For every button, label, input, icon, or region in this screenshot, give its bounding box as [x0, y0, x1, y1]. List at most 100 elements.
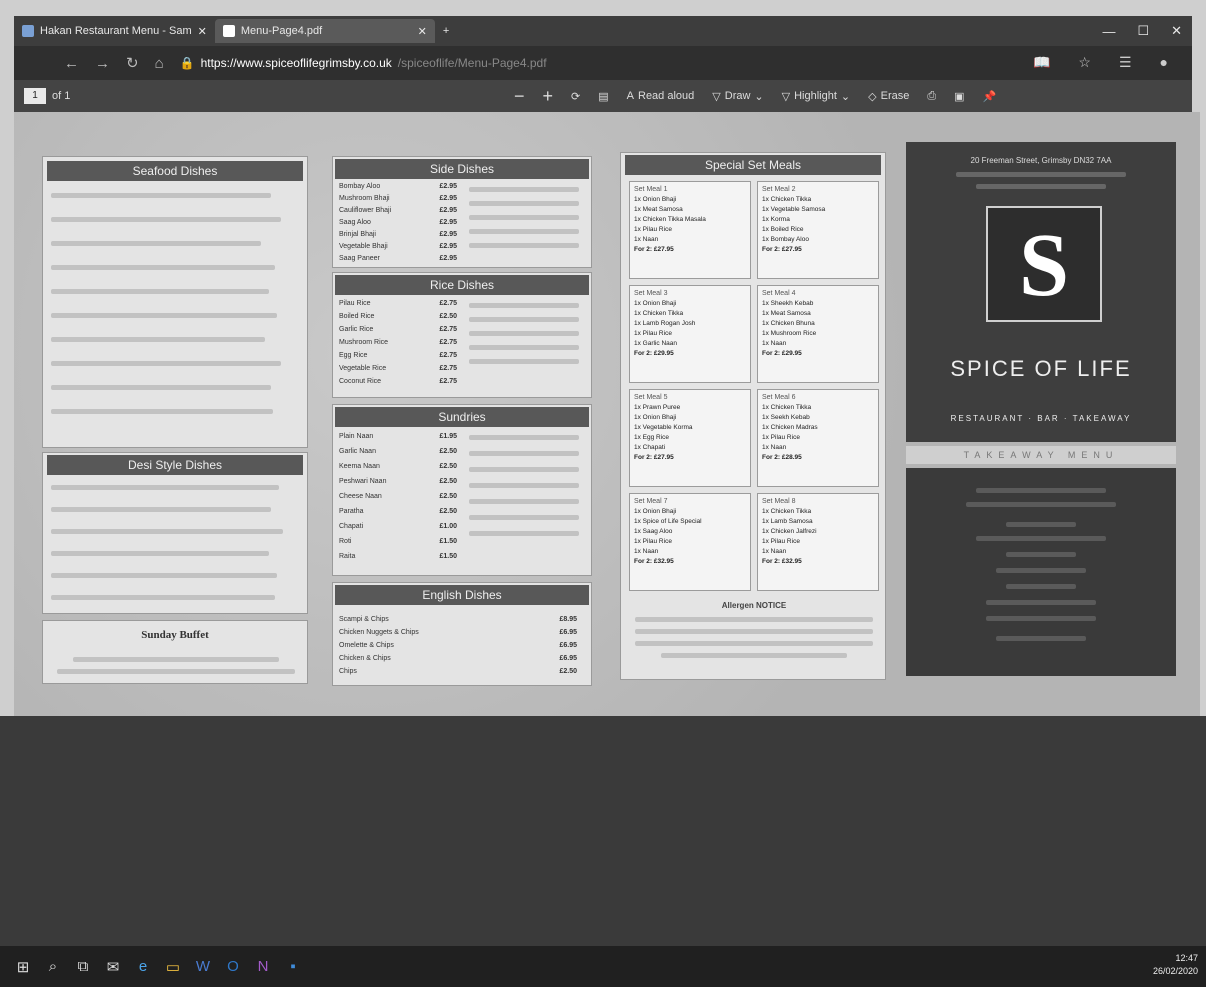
page-number-input[interactable]: 1	[24, 88, 46, 104]
menu-item: Vegetable Bhaji £2.95	[339, 241, 457, 253]
tab-hakan[interactable]: Hakan Restaurant Menu - Sam ✕	[14, 19, 215, 43]
set-meal-line: For 2: £32.95	[762, 558, 802, 565]
onenote-icon[interactable]: N	[248, 952, 278, 982]
close-icon[interactable]: ✕	[418, 25, 427, 38]
set-meal-name: Set Meal 7	[634, 498, 668, 505]
menu-item-name: Cauliflower Bhaji	[339, 207, 392, 214]
rotate-icon[interactable]: ⟳	[571, 90, 580, 103]
menu-item: Bombay Aloo £2.95	[339, 181, 457, 193]
tab-menu-pdf[interactable]: Menu-Page4.pdf ✕	[214, 19, 435, 43]
menu-item-price: £2.50	[439, 478, 457, 485]
brand-panel: 20 Freeman Street, Grimsby DN32 7AA S SP…	[906, 142, 1176, 442]
blurred-item	[635, 641, 873, 646]
chevron-down-icon[interactable]: ⌄	[754, 90, 763, 103]
app-icon[interactable]: ▪	[278, 952, 308, 982]
menu-item: Plain Naan £1.95	[339, 429, 457, 444]
print-icon[interactable]: ⎙	[927, 90, 936, 103]
profile-icon[interactable]: ●	[1160, 54, 1168, 71]
system-clock[interactable]: 12:47 26/02/2020	[1153, 952, 1198, 978]
fit-page-icon[interactable]: ▤	[598, 90, 608, 103]
menu-item-price: £2.75	[439, 339, 457, 346]
mail-icon[interactable]: ✉	[98, 952, 128, 982]
set-meal-line: 1x Seekh Kebab	[762, 414, 810, 421]
close-window-icon[interactable]: ✕	[1171, 23, 1182, 39]
menu-item-price: £2.50	[439, 463, 457, 470]
allergen-notice: Allergen NOTICE	[721, 601, 787, 610]
menu-item-name: Saag Aloo	[339, 219, 371, 226]
minimize-icon[interactable]: —	[1102, 24, 1115, 39]
blurred-item	[51, 265, 275, 270]
reading-view-icon[interactable]: 📖	[1033, 54, 1050, 71]
word-icon[interactable]: W	[188, 952, 218, 982]
address-text: 20 Freeman Street, Grimsby DN32 7AA	[970, 156, 1112, 165]
url-field[interactable]: 🔒 https://www.spiceoflifegrimsby.co.uk/s…	[180, 56, 547, 70]
menu-item: Raita £1.50	[339, 549, 457, 564]
english-dishes-list: Scampi & Chips £8.95 Chicken Nuggets & Chi…	[333, 613, 583, 678]
save-icon[interactable]: ▣	[954, 90, 964, 103]
blurred-item	[51, 313, 277, 318]
menu-item-price: £2.75	[439, 352, 457, 359]
menu-item-price: £2.75	[439, 326, 457, 333]
set-meal-line: For 2: £29.95	[634, 350, 674, 357]
erase-button[interactable]: ◇ Erase	[868, 90, 909, 103]
read-aloud-button[interactable]: A Read aloud	[627, 90, 695, 102]
favorite-icon[interactable]: ☆	[1078, 54, 1091, 71]
blurred-item	[996, 636, 1086, 641]
close-icon[interactable]: ✕	[198, 25, 207, 38]
set-meal-line: 1x Garlic Naan	[634, 340, 677, 347]
task-view-icon[interactable]: ⧉	[68, 952, 98, 982]
home-icon[interactable]: ⌂	[155, 55, 164, 72]
menu-item: Chips £2.50	[339, 665, 577, 678]
blurred-item	[51, 241, 261, 246]
edge-icon[interactable]: e	[128, 952, 158, 982]
menu-item-price: £2.95	[439, 207, 457, 214]
favorites-list-icon[interactable]: ☰	[1119, 54, 1132, 71]
blurred-item	[51, 507, 271, 512]
set-meal-line: 1x Chicken Tikka	[762, 196, 812, 203]
menu-item-name: Boiled Rice	[339, 313, 375, 320]
outlook-icon[interactable]: O	[218, 952, 248, 982]
refresh-icon[interactable]: ↻	[126, 54, 139, 72]
new-tab-button[interactable]: +	[435, 19, 457, 43]
set-meals-heading: Special Set Meals	[625, 155, 881, 175]
draw-button[interactable]: ▽ Draw ⌄	[712, 90, 763, 103]
set-meal-name: Set Meal 6	[762, 394, 796, 401]
blurred-item	[469, 201, 579, 206]
set-meal-line: 1x Vegetable Samosa	[762, 206, 826, 213]
menu-item-price: £1.95	[439, 433, 457, 440]
menu-item-name: Egg Rice	[339, 352, 368, 359]
forward-icon[interactable]: →	[95, 55, 110, 72]
chevron-down-icon[interactable]: ⌄	[841, 90, 850, 103]
blurred-item	[57, 669, 295, 674]
file-explorer-icon[interactable]: ▭	[158, 952, 188, 982]
set-meal-line: 1x Chicken Tikka	[762, 404, 812, 411]
takeaway-strip: TAKEAWAY MENU	[906, 446, 1176, 464]
zoom-in-button[interactable]: +	[543, 86, 554, 107]
back-icon[interactable]: ←	[64, 55, 79, 72]
maximize-icon[interactable]: ☐	[1137, 23, 1149, 39]
blurred-item	[996, 568, 1086, 573]
set-meal-line: 1x Spice of Life Special	[634, 518, 702, 525]
opening-hours-panel	[906, 468, 1176, 676]
menu-item: Mushroom Bhaji £2.95	[339, 193, 457, 205]
menu-item-name: Paratha	[339, 508, 364, 515]
menu-item-name: Saag Paneer	[339, 255, 380, 262]
tab-bar: Hakan Restaurant Menu - Sam ✕ Menu-Page4…	[14, 16, 1192, 46]
blurred-item	[469, 515, 579, 520]
menu-item-name: Chips	[339, 668, 357, 675]
highlight-button[interactable]: ▽ Highlight ⌄	[782, 90, 851, 103]
blurred-item	[51, 337, 265, 342]
start-icon[interactable]: ⊞	[8, 952, 38, 982]
menu-item-price: £2.95	[439, 255, 457, 262]
search-icon[interactable]: ⌕	[38, 952, 68, 982]
set-meal-line: For 2: £28.95	[762, 454, 802, 461]
menu-item: Garlic Rice £2.75	[339, 323, 457, 336]
zoom-out-button[interactable]: −	[514, 86, 525, 107]
set-meal-line: 1x Onion Bhaji	[634, 414, 677, 421]
set-meal-line: For 2: £32.95	[634, 558, 674, 565]
menu-item-price: £2.95	[439, 219, 457, 226]
menu-item: Coconut Rice £2.75	[339, 375, 457, 388]
clock-date: 26/02/2020	[1152, 966, 1198, 976]
pin-icon[interactable]: 📌	[983, 90, 997, 103]
blurred-item	[469, 317, 579, 322]
